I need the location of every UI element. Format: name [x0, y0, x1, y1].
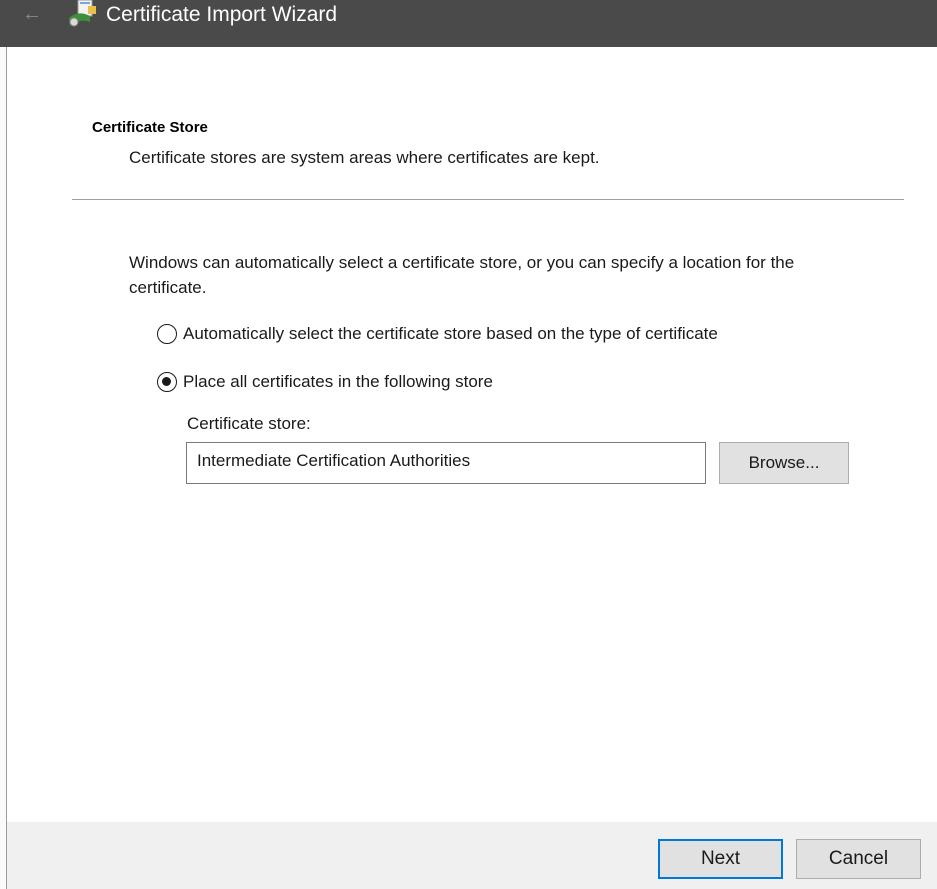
window-left-edge: [0, 0, 7, 889]
back-arrow-icon[interactable]: ←: [20, 2, 44, 26]
certificate-store-label: Certificate store:: [187, 414, 311, 433]
radio-button-unchecked[interactable]: [157, 324, 177, 344]
next-button[interactable]: Next: [658, 839, 783, 879]
title-bar: ← Certificate Import Wizard: [0, 0, 937, 47]
certificate-import-wizard-window: ← Certificate Import Wizard Certificate …: [0, 0, 937, 889]
radio-button-checked[interactable]: [157, 372, 177, 392]
window-title: Certificate Import Wizard: [106, 3, 338, 26]
browse-button[interactable]: Browse...: [719, 442, 849, 484]
certificate-store-field[interactable]: Intermediate Certification Authorities: [186, 442, 706, 484]
radio-place-in-store-label: Place all certificates in the following …: [183, 372, 493, 391]
radio-place-in-store[interactable]: Place all certificates in the following …: [157, 370, 493, 394]
radio-auto-select-store[interactable]: Automatically select the certificate sto…: [157, 322, 718, 346]
cancel-button[interactable]: Cancel: [796, 839, 921, 879]
header-divider: [72, 199, 904, 200]
certificate-wizard-icon: [69, 0, 96, 27]
page-description: Certificate stores are system areas wher…: [129, 148, 600, 167]
radio-auto-select-label: Automatically select the certificate sto…: [183, 324, 718, 343]
page-heading: Certificate Store: [92, 119, 208, 136]
intro-text: Windows can automatically select a certi…: [129, 253, 795, 297]
